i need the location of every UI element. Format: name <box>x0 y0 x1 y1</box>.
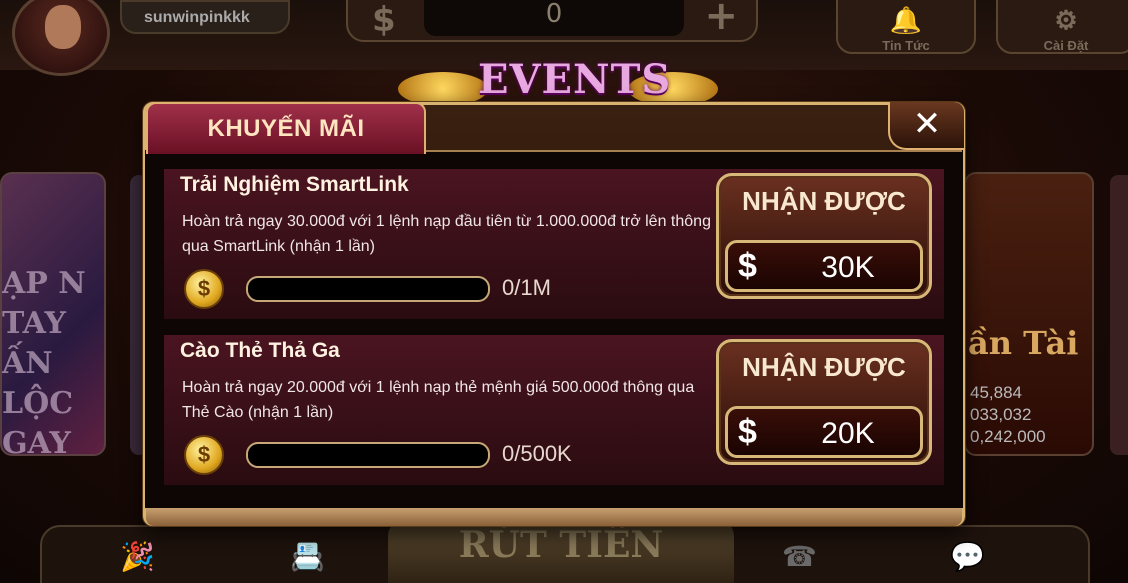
promotion-row: Trải Nghiệm SmartLink Hoàn trả ngay 30.0… <box>164 169 944 319</box>
avatar-face <box>45 5 81 49</box>
withdraw-button[interactable]: RÚT TIỀN <box>388 520 734 583</box>
add-money-button[interactable]: + <box>704 0 738 36</box>
promotion-title: Cào Thẻ Thả Ga <box>180 339 340 362</box>
gear-icon: ⚙ <box>1054 5 1078 35</box>
jackpot-value: 0,242,000 <box>970 427 1046 446</box>
dialog-footer <box>146 508 962 526</box>
coins-decoration-left <box>398 72 488 106</box>
reward-box: $ 30K <box>725 240 923 292</box>
settings-button[interactable]: ⚙ Cài Đặt <box>996 0 1128 54</box>
jackpot-value: 033,032 <box>970 405 1032 424</box>
claim-button[interactable]: NHẬN ĐƯỢC $ 20K <box>716 339 932 465</box>
game-card-left[interactable]: ẠP N TAY ẤN LỘC GAY <box>0 172 106 456</box>
claim-button[interactable]: NHẬN ĐƯỢC $ 30K <box>716 173 932 299</box>
reward-amount: 20K <box>821 417 875 450</box>
right-card-text: ần Tài <box>968 324 1079 362</box>
coin-icon: $ <box>184 269 224 309</box>
news-label: Tin Tức <box>882 38 930 53</box>
progress-bar <box>246 276 490 302</box>
news-button[interactable]: 🔔 Tin Tức <box>836 0 976 54</box>
close-button[interactable]: ✕ <box>888 102 964 150</box>
left-card-text: ẠP N TAY ẤN LỘC GAY <box>2 266 86 456</box>
contacts-icon[interactable]: 📇 <box>290 540 325 573</box>
promotion-row: Cào Thẻ Thả Ga Hoàn trả ngay 20.000đ với… <box>164 335 944 485</box>
phone-icon[interactable]: ☎ <box>782 540 817 573</box>
tab-khuyen-mai[interactable]: KHUYẾN MÃI <box>146 102 426 154</box>
jackpot-values: 45,884 033,032 0,242,000 <box>970 382 1046 448</box>
bell-icon: 🔔 <box>889 5 923 35</box>
balance-value: 0 <box>424 0 684 36</box>
game-card-right-edge[interactable] <box>1110 175 1128 455</box>
dollar-icon: $ <box>738 413 757 451</box>
reward-box: $ 20K <box>725 406 923 458</box>
settings-label: Cài Đặt <box>1043 38 1089 53</box>
claim-label: NHẬN ĐƯỢC <box>742 186 906 216</box>
promotion-description: Hoàn trả ngay 30.000đ với 1 lệnh nạp đầu… <box>182 213 711 255</box>
chat-icon[interactable]: 💬 <box>950 540 985 573</box>
dollar-icon: $ <box>738 247 757 285</box>
tab-label: KHUYẾN MÃI <box>207 115 365 142</box>
coin-icon: $ <box>184 435 224 475</box>
jackpot-value: 45,884 <box>970 383 1022 402</box>
promotion-title: Trải Nghiệm SmartLink <box>180 173 409 196</box>
reward-amount: 30K <box>821 251 875 284</box>
game-card-than-tai[interactable]: ần Tài 45,884 033,032 0,242,000 <box>964 172 1094 456</box>
username-label: sunwinpinkkk <box>120 0 290 34</box>
events-banner: EVENTS <box>478 56 672 103</box>
dollar-icon: $ <box>372 0 396 40</box>
balance-box: $ 0 + <box>346 0 758 42</box>
party-icon[interactable]: 🎉 <box>120 540 155 573</box>
progress-text: 0/1M <box>502 275 551 300</box>
progress-text: 0/500K <box>502 441 572 466</box>
claim-label: NHẬN ĐƯỢC <box>742 352 906 382</box>
close-icon: ✕ <box>912 104 942 144</box>
promotion-description: Hoàn trả ngay 20.000đ với 1 lệnh nạp thẻ… <box>182 379 695 421</box>
progress-bar <box>246 442 490 468</box>
